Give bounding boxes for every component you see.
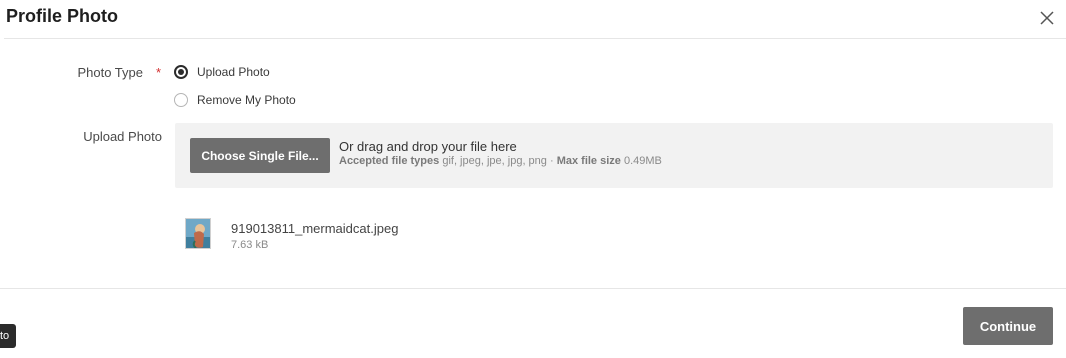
required-asterisk: * — [156, 65, 162, 80]
radio-label: Upload Photo — [197, 65, 270, 79]
tooltip-fragment: to — [0, 324, 16, 348]
accepted-types-label: Accepted file types — [339, 155, 440, 167]
close-icon — [1040, 11, 1054, 25]
max-size-value: 0.49MB — [623, 155, 662, 167]
file-constraints: Accepted file types gif, jpeg, jpe, jpg,… — [339, 155, 662, 167]
continue-button[interactable]: Continue — [963, 307, 1053, 345]
dialog-title: Profile Photo — [6, 6, 118, 26]
accepted-types-value: gif, jpeg, jpe, jpg, png — [442, 155, 547, 167]
footer-divider — [0, 288, 1066, 289]
constraints-separator: · — [549, 155, 554, 167]
photo-type-label: Photo Type — [77, 65, 143, 80]
file-name: 919013811_mermaidcat.jpeg — [231, 221, 399, 236]
upload-photo-label: Upload Photo — [83, 129, 162, 144]
radio-button[interactable] — [174, 93, 188, 107]
file-size: 7.63 kB — [231, 239, 269, 251]
choose-file-button[interactable]: Choose Single File... — [190, 138, 330, 173]
max-size-label: Max file size — [556, 155, 621, 167]
file-dropzone[interactable]: Choose Single File... Or drag and drop y… — [175, 123, 1053, 188]
radio-upload-photo[interactable]: Upload Photo — [174, 65, 270, 79]
radio-label: Remove My Photo — [197, 93, 296, 107]
profile-photo-dialog: Profile Photo Photo Type * Upload Photo … — [0, 0, 1066, 358]
image-thumbnail — [186, 219, 210, 248]
radio-remove-my-photo[interactable]: Remove My Photo — [174, 93, 296, 107]
header-divider — [4, 38, 1066, 39]
file-thumbnail — [185, 218, 211, 249]
close-button[interactable] — [1037, 8, 1057, 28]
drag-drop-text: Or drag and drop your file here — [339, 139, 517, 154]
radio-button[interactable] — [174, 65, 188, 79]
